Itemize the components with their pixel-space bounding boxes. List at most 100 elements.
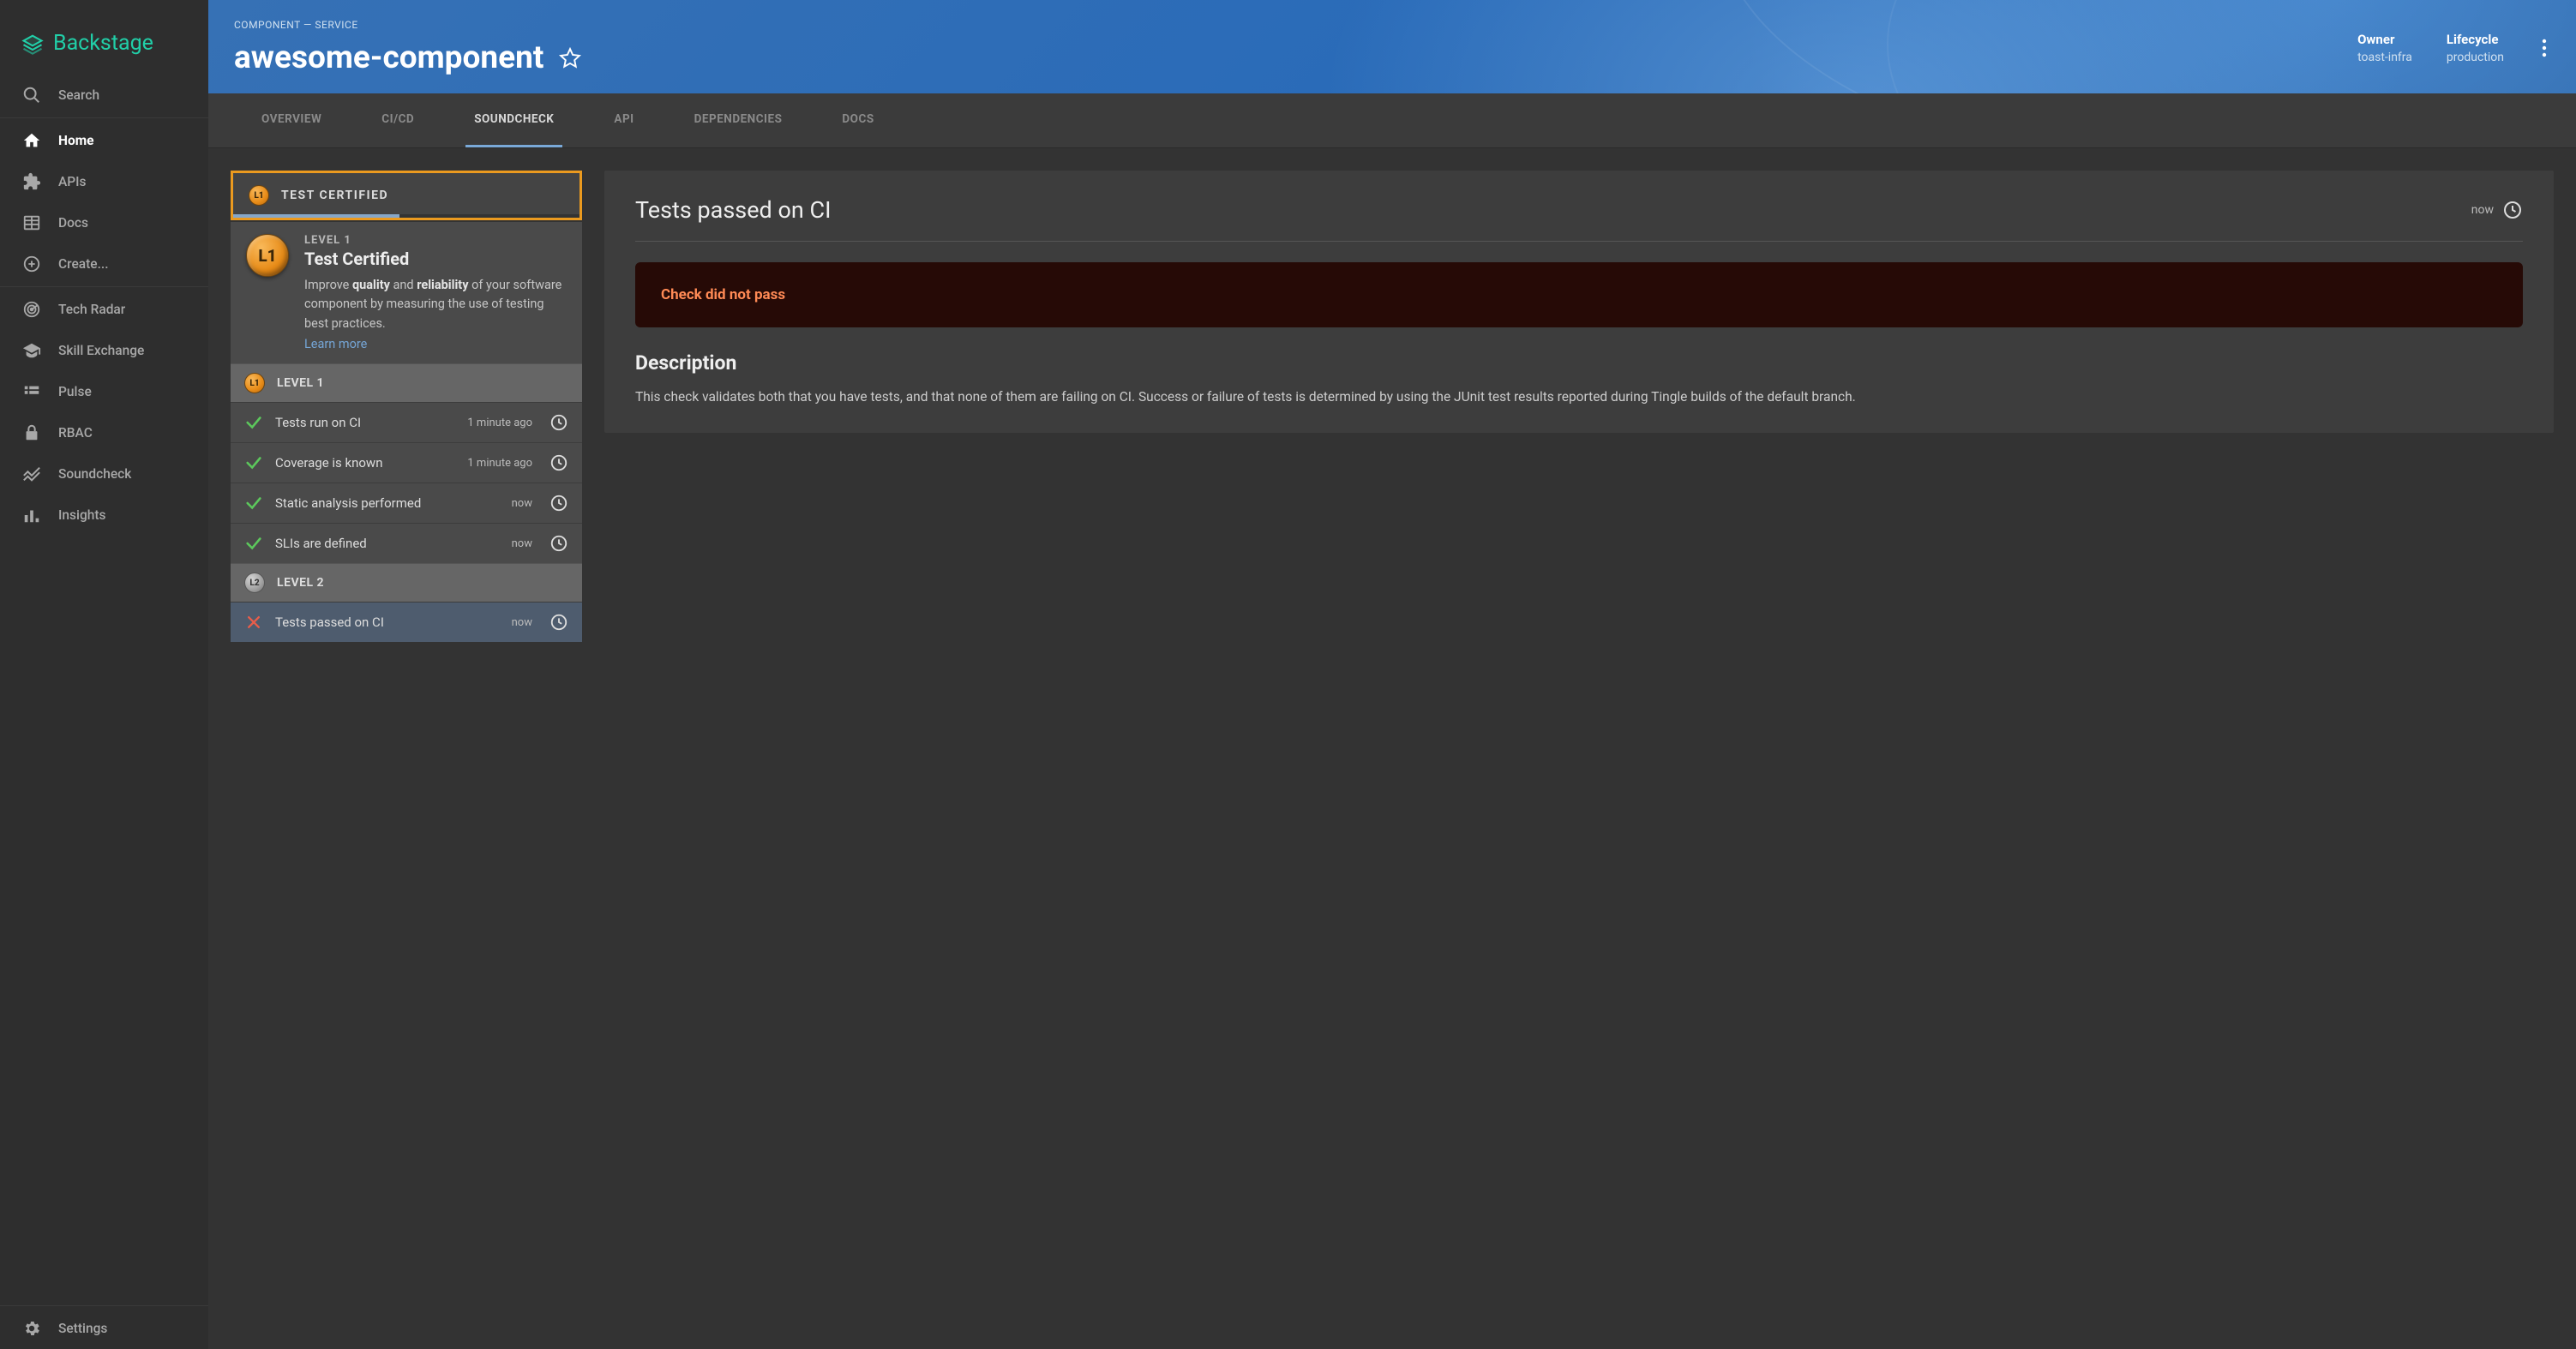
sidebar-item-create[interactable]: Create...	[0, 243, 208, 285]
sidebar-item-settings[interactable]: Settings	[0, 1308, 208, 1349]
divider	[0, 286, 208, 287]
tab-soundcheck[interactable]: SOUNDCHECK	[465, 93, 562, 147]
sidebar-item-label: Insights	[58, 507, 105, 523]
level-badge-icon: L1	[249, 185, 269, 206]
backstage-icon	[21, 32, 45, 56]
check-icon	[244, 453, 263, 472]
sidebar-item-label: Search	[58, 87, 99, 103]
sidebar-item-rbac[interactable]: RBAC	[0, 412, 208, 453]
check-timestamp: now	[512, 537, 532, 550]
track-description: Improve quality and reliability of your …	[304, 276, 567, 333]
more-menu-button[interactable]	[2538, 35, 2550, 61]
sidebar-item-label: Docs	[58, 215, 88, 231]
check-row[interactable]: Coverage is known 1 minute ago	[231, 442, 582, 483]
clock-icon	[549, 453, 568, 472]
sidebar: Backstage Search Home APIs Docs Create..…	[0, 0, 208, 1349]
tab-cicd[interactable]: CI/CD	[373, 93, 423, 147]
check-row[interactable]: SLIs are defined now	[231, 523, 582, 563]
owner-meta: Owner toast-infra	[2357, 32, 2412, 64]
tab-docs[interactable]: DOCS	[833, 93, 882, 147]
breadcrumb: COMPONENT — SERVICE	[234, 19, 581, 31]
owner-value[interactable]: toast-infra	[2357, 51, 2412, 64]
tab-api[interactable]: API	[605, 93, 642, 147]
level-badge-icon: L1	[246, 234, 289, 277]
check-fail-alert: Check did not pass	[635, 262, 2523, 327]
check-label: Tests run on CI	[275, 415, 455, 430]
clock-icon	[549, 494, 568, 513]
clock-icon	[549, 534, 568, 553]
level-header[interactable]: L2 LEVEL 2	[231, 563, 582, 602]
level-label: LEVEL 2	[277, 576, 324, 590]
level-badge-icon: L2	[244, 573, 265, 593]
check-icon	[244, 413, 263, 432]
track-progress-bar	[233, 214, 579, 218]
check-timestamp: 1 minute ago	[467, 417, 532, 429]
tab-overview[interactable]: OVERVIEW	[253, 93, 330, 147]
owner-label: Owner	[2357, 32, 2412, 47]
check-row[interactable]: Tests passed on CI now	[231, 602, 582, 642]
check-label: Tests passed on CI	[275, 615, 500, 630]
gear-icon	[22, 1319, 41, 1338]
check-detail-panel: Tests passed on CI now Check did not pas…	[604, 171, 2554, 433]
search-icon	[22, 86, 41, 105]
lock-icon	[22, 423, 41, 442]
plus-circle-icon	[22, 255, 41, 273]
sidebar-item-label: Tech Radar	[58, 302, 125, 317]
check-row[interactable]: Static analysis performed now	[231, 483, 582, 523]
main-content: COMPONENT — SERVICE awesome-component Ow…	[208, 0, 2576, 1349]
check-icon	[244, 494, 263, 513]
detail-title: Tests passed on CI	[635, 196, 831, 224]
check-timestamp: now	[512, 497, 532, 510]
track-progress-fill	[233, 214, 399, 218]
check-icon	[244, 534, 263, 553]
lifecycle-value: production	[2447, 51, 2504, 64]
sidebar-item-label: Create...	[58, 256, 109, 272]
brand-name: Backstage	[53, 31, 153, 56]
sidebar-item-pulse[interactable]: Pulse	[0, 371, 208, 412]
star-icon[interactable]	[559, 47, 581, 69]
list-icon	[22, 382, 41, 401]
check-label: Static analysis performed	[275, 495, 500, 511]
level-header[interactable]: L1LEVEL 1	[231, 363, 582, 402]
bar-chart-icon	[22, 506, 41, 525]
alert-message: Check did not pass	[661, 286, 785, 303]
learn-more-link[interactable]: Learn more	[304, 337, 367, 351]
sidebar-item-docs[interactable]: Docs	[0, 202, 208, 243]
check-timestamp: 1 minute ago	[467, 457, 532, 470]
brand-logo[interactable]: Backstage	[0, 0, 208, 75]
sidebar-item-label: Skill Exchange	[58, 343, 144, 358]
description-body: This check validates both that you have …	[635, 387, 2523, 407]
clock-icon	[2502, 200, 2523, 220]
divider	[0, 1305, 208, 1306]
check-label: SLIs are defined	[275, 536, 500, 551]
sidebar-item-search[interactable]: Search	[0, 75, 208, 116]
docs-icon	[22, 213, 41, 232]
soundcheck-icon	[22, 465, 41, 483]
sidebar-item-soundcheck[interactable]: Soundcheck	[0, 453, 208, 495]
page-title: awesome-component	[234, 39, 543, 76]
sidebar-item-insights[interactable]: Insights	[0, 495, 208, 536]
clock-icon	[549, 413, 568, 432]
check-label: Coverage is known	[275, 455, 455, 471]
level-label: LEVEL 1	[277, 376, 324, 390]
track-title: Test Certified	[304, 249, 567, 269]
sidebar-item-skill-exchange[interactable]: Skill Exchange	[0, 330, 208, 371]
check-row[interactable]: Tests run on CI 1 minute ago	[231, 402, 582, 442]
sidebar-item-home[interactable]: Home	[0, 120, 208, 161]
radar-icon	[22, 300, 41, 319]
x-icon	[244, 613, 263, 632]
graduation-cap-icon	[22, 341, 41, 360]
home-icon	[22, 131, 41, 150]
track-tab[interactable]: L1 TEST CERTIFIED	[231, 171, 582, 220]
checks-panel: L1 TEST CERTIFIED L1 LEVEL 1 Test Certif…	[231, 171, 582, 642]
content-tabs: OVERVIEW CI/CD SOUNDCHECK API DEPENDENCI…	[208, 93, 2576, 148]
sidebar-item-tech-radar[interactable]: Tech Radar	[0, 289, 208, 330]
description-heading: Description	[635, 351, 2523, 375]
tab-dependencies[interactable]: DEPENDENCIES	[686, 93, 791, 147]
check-timestamp: now	[512, 616, 532, 629]
track-overview-card: L1 LEVEL 1 Test Certified Improve qualit…	[231, 222, 582, 363]
sidebar-item-apis[interactable]: APIs	[0, 161, 208, 202]
lifecycle-meta: Lifecycle production	[2447, 32, 2504, 64]
puzzle-icon	[22, 172, 41, 191]
sidebar-item-label: Settings	[58, 1321, 107, 1336]
